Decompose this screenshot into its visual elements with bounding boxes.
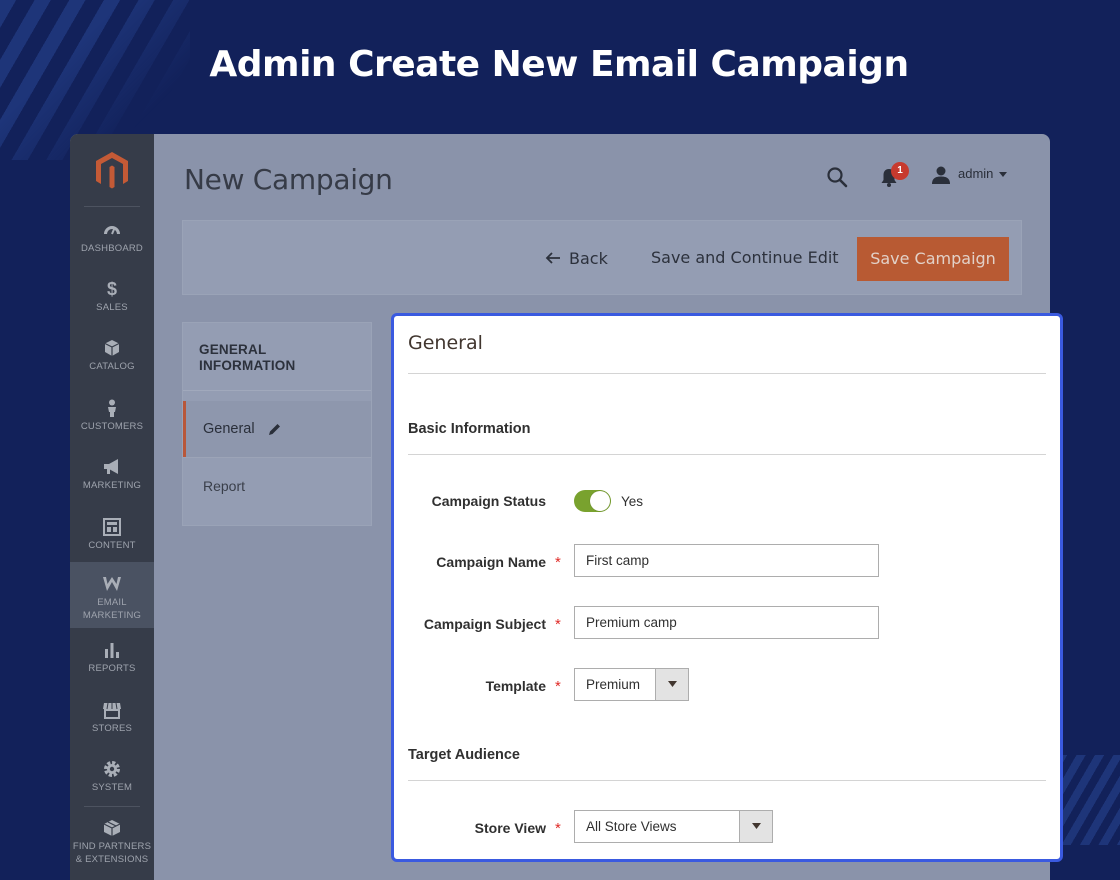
required-mark: * xyxy=(555,678,561,695)
page-actions-bar: Back Save and Continue Edit Save Campaig… xyxy=(182,220,1022,295)
cube-icon xyxy=(70,338,154,358)
sidebar-item-dashboard[interactable]: DASHBOARD xyxy=(70,220,154,268)
sidebar-item-stores[interactable]: STORES xyxy=(70,700,154,748)
sidebar-item-label: EMAIL MARKETING xyxy=(82,597,142,621)
tab-report[interactable]: Report xyxy=(183,457,371,513)
store-view-select[interactable]: All Store Views xyxy=(574,810,773,843)
sidebar-item-label: REPORTS xyxy=(88,663,136,674)
divider xyxy=(408,454,1046,455)
save-campaign-button[interactable]: Save Campaign xyxy=(857,237,1009,281)
sidebar-item-reports[interactable]: REPORTS xyxy=(70,640,154,688)
email-marketing-icon xyxy=(70,574,154,594)
person-icon xyxy=(70,398,154,418)
admin-sidebar: DASHBOARD $ SALES CATALOG CUSTOMERS MARK… xyxy=(70,134,154,880)
campaign-name-label: Campaign Name xyxy=(436,554,546,570)
section-title: Target Audience xyxy=(408,747,520,763)
sidebar-item-label: CONTENT xyxy=(88,540,136,551)
caret-down-icon[interactable] xyxy=(998,170,1008,178)
layout-icon xyxy=(70,517,154,537)
bar-chart-icon xyxy=(70,640,154,660)
general-form-card: General Basic Information Campaign Statu… xyxy=(391,313,1063,862)
sidebar-item-label: SYSTEM xyxy=(91,782,133,793)
tabs-title: GENERAL INFORMATION xyxy=(183,323,371,391)
notification-badge: 1 xyxy=(891,162,909,180)
sidebar-divider xyxy=(84,806,140,807)
sidebar-item-marketing[interactable]: MARKETING xyxy=(70,457,154,505)
campaign-subject-label: Campaign Subject xyxy=(423,616,546,632)
user-icon[interactable] xyxy=(931,165,951,185)
caret-down-icon xyxy=(752,823,761,829)
megaphone-icon xyxy=(70,457,154,477)
tabs-panel: GENERAL INFORMATION General Report xyxy=(182,322,372,526)
required-mark: * xyxy=(555,554,561,571)
campaign-subject-input[interactable] xyxy=(574,606,879,639)
caret-down-icon xyxy=(668,681,677,687)
banner-title: Admin Create New Email Campaign xyxy=(209,44,909,85)
sidebar-item-catalog[interactable]: CATALOG xyxy=(70,338,154,386)
template-select[interactable]: Premium xyxy=(574,668,689,701)
page-title: New Campaign xyxy=(184,163,393,196)
sidebar-item-label: DASHBOARD xyxy=(81,243,143,254)
box-icon xyxy=(70,818,154,838)
tab-general[interactable]: General xyxy=(183,401,371,457)
sidebar-item-customers[interactable]: CUSTOMERS xyxy=(70,398,154,446)
back-button-label: Back xyxy=(569,248,608,268)
magento-logo-icon[interactable] xyxy=(92,150,132,190)
store-view-label: Store View xyxy=(474,820,546,836)
campaign-status-toggle[interactable] xyxy=(574,490,611,512)
sidebar-item-label: CUSTOMERS xyxy=(80,421,144,432)
divider xyxy=(408,373,1046,374)
sidebar-item-sales[interactable]: $ SALES xyxy=(70,279,154,327)
sidebar-item-label: CATALOG xyxy=(89,361,135,372)
card-title: General xyxy=(408,332,483,354)
sidebar-item-find-partners[interactable]: FIND PARTNERS & EXTENSIONS xyxy=(70,818,154,874)
tab-label: General xyxy=(203,421,255,437)
tab-label: Report xyxy=(203,477,246,494)
dashboard-icon xyxy=(70,220,154,240)
section-title: Basic Information xyxy=(408,421,531,437)
sidebar-item-label: SALES xyxy=(96,302,128,313)
back-button[interactable]: Back xyxy=(545,243,608,273)
sidebar-item-label: MARKETING xyxy=(82,480,142,491)
divider xyxy=(408,780,1046,781)
required-mark: * xyxy=(555,820,561,837)
select-arrow xyxy=(655,669,688,700)
toggle-knob xyxy=(590,491,610,511)
campaign-status-value: Yes xyxy=(621,494,644,509)
campaign-status-label: Campaign Status xyxy=(431,493,546,509)
store-icon xyxy=(70,700,154,720)
arrow-left-icon xyxy=(545,252,560,264)
user-menu[interactable]: admin xyxy=(958,166,993,181)
sidebar-item-system[interactable]: SYSTEM xyxy=(70,759,154,807)
decorative-stripes xyxy=(1058,755,1120,845)
template-label: Template xyxy=(485,678,546,694)
dollar-icon: $ xyxy=(106,279,117,299)
sidebar-item-label: STORES xyxy=(91,723,133,734)
pencil-icon xyxy=(268,423,280,435)
search-icon[interactable] xyxy=(825,165,849,189)
save-and-continue-button[interactable]: Save and Continue Edit xyxy=(651,243,839,273)
store-view-select-value: All Store Views xyxy=(586,819,677,834)
template-select-value: Premium xyxy=(586,677,641,692)
campaign-name-input[interactable] xyxy=(574,544,879,577)
sidebar-item-label: FIND PARTNERS & EXTENSIONS xyxy=(72,841,152,865)
sidebar-item-content[interactable]: CONTENT xyxy=(70,517,154,565)
required-mark: * xyxy=(555,616,561,633)
select-arrow xyxy=(739,811,772,842)
sidebar-item-email-marketing[interactable]: EMAIL MARKETING xyxy=(70,562,154,628)
gear-icon xyxy=(70,759,154,779)
sidebar-divider xyxy=(84,206,140,207)
